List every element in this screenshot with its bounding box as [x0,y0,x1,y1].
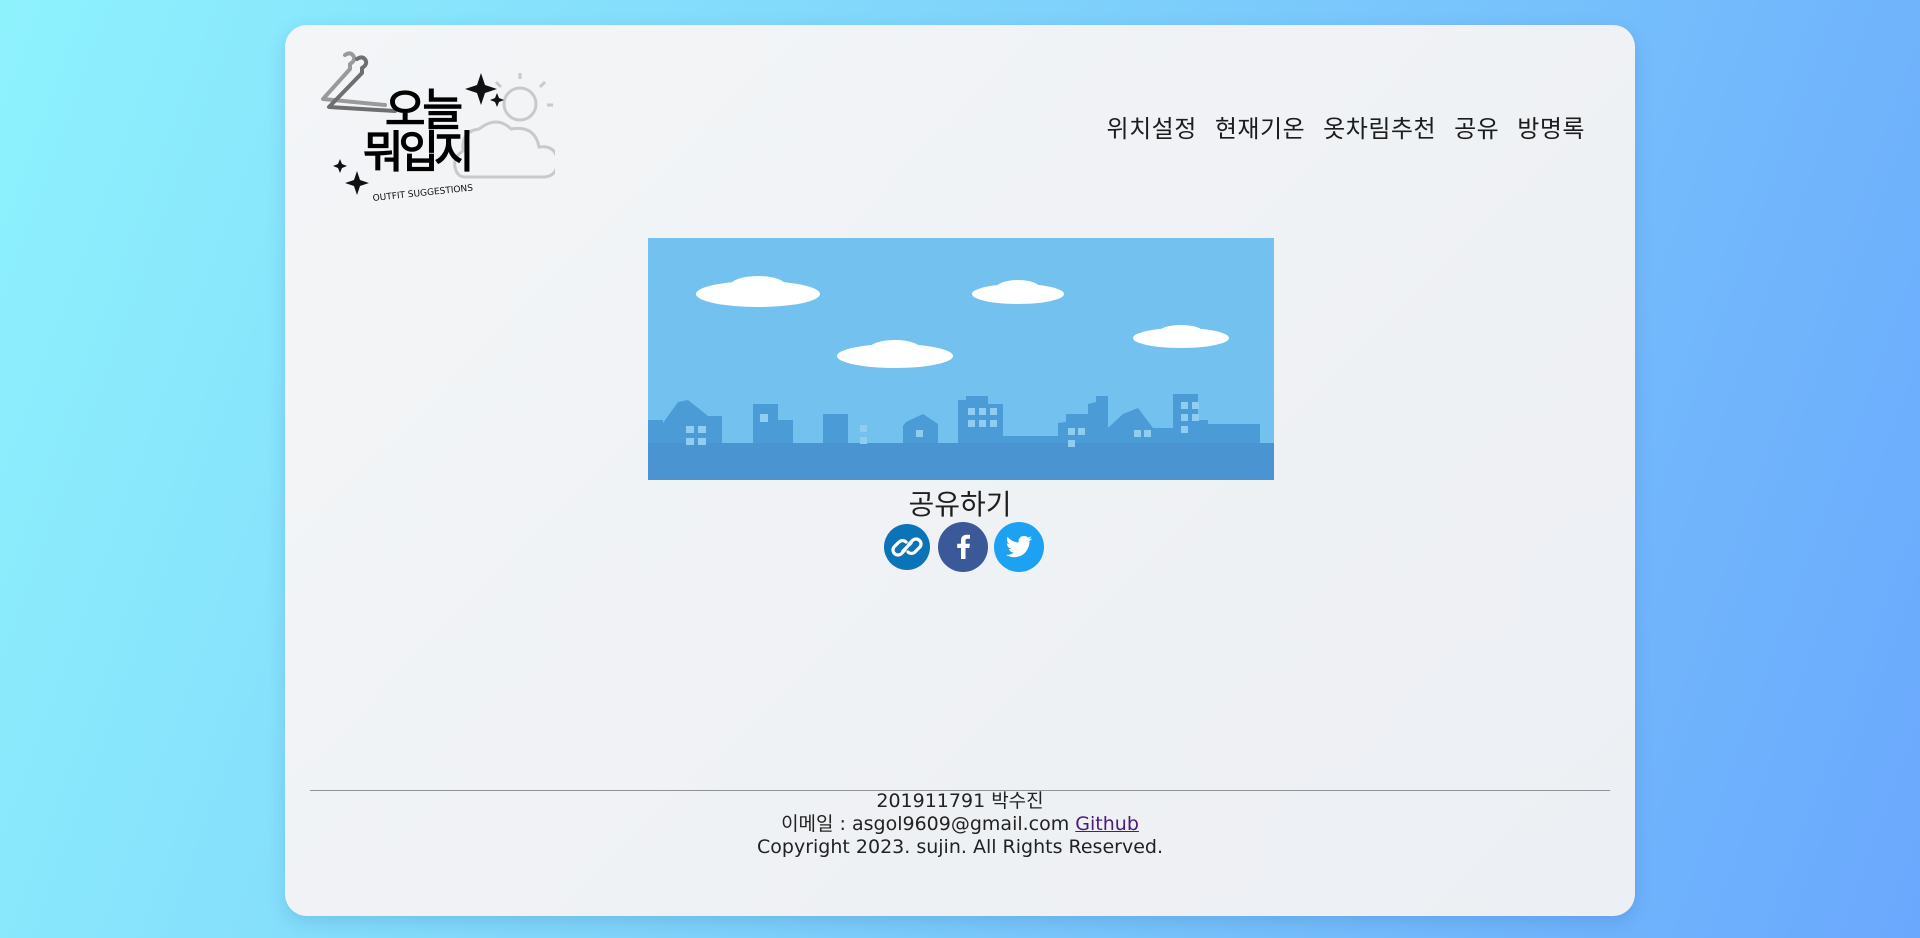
nav-item-share[interactable]: 공유 [1454,109,1499,144]
share-title: 공유하기 [908,488,1012,521]
footer-copyright: Copyright 2023. sujin. All Rights Reserv… [757,836,1163,858]
main-nav: 위치설정 현재기온 옷차림추천 공유 방명록 [1107,109,1585,144]
logo-wordmark-bottom: 뭐입지 [363,127,470,178]
logo-tagline: OUTFIT SUGGESTIONS [372,183,473,203]
nav-item-outfit[interactable]: 옷차림추천 [1323,109,1436,144]
facebook-share-button[interactable] [937,521,989,573]
twitter-icon [994,522,1044,572]
footer-contact: 이메일 : asgol9609@gmail.com Github [285,813,1635,836]
main-card: 오늘 뭐입지 OUTFIT SUGGESTIONS 위치설정 현재기온 옷차림추… [285,25,1635,916]
link-icon [884,524,930,570]
facebook-icon [938,522,988,572]
site-logo[interactable]: 오늘 뭐입지 OUTFIT SUGGESTIONS [315,49,555,209]
share-buttons [883,521,1045,573]
footer: 201911791 박수진 이메일 : asgol9609@gmail.com … [285,790,1635,859]
city-sky-banner [648,238,1274,480]
nav-item-temperature[interactable]: 현재기온 [1215,109,1305,144]
twitter-share-button[interactable] [993,521,1045,573]
nav-item-location[interactable]: 위치설정 [1107,109,1197,144]
github-link[interactable]: Github [1075,813,1139,835]
copy-link-button[interactable] [883,523,931,571]
footer-student: 201911791 박수진 [876,790,1044,812]
nav-item-guestbook[interactable]: 방명록 [1517,109,1585,144]
footer-email: 이메일 : asgol9609@gmail.com [781,813,1070,835]
